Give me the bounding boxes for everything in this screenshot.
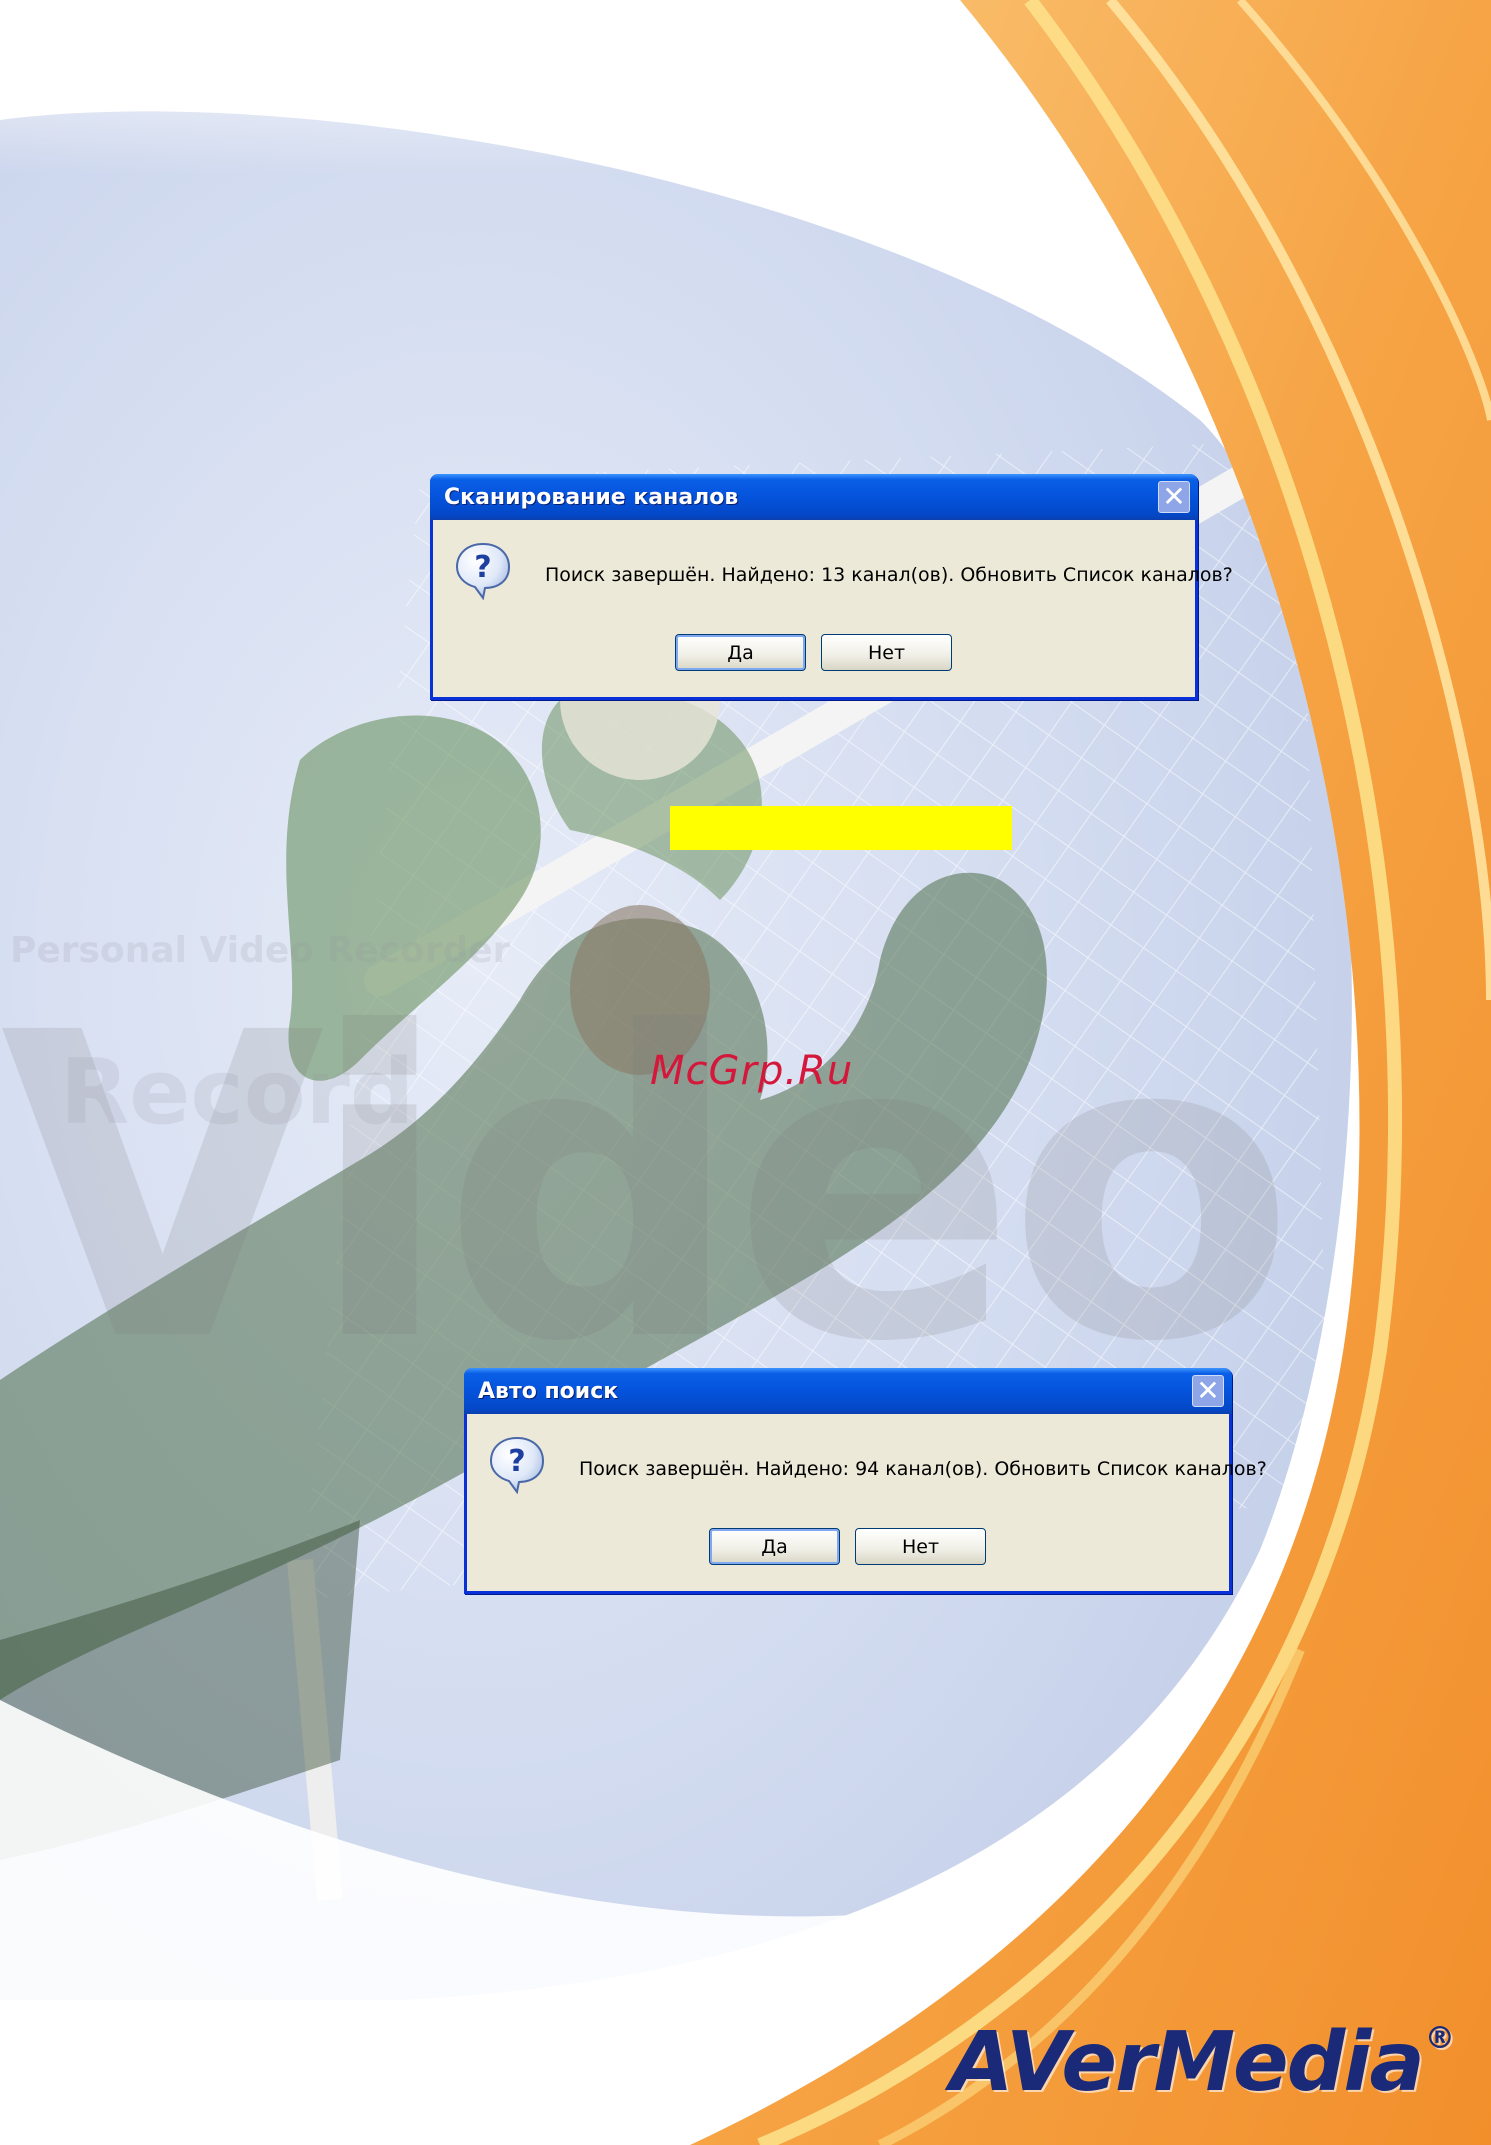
close-button[interactable]: ✕ — [1158, 481, 1190, 513]
no-button[interactable]: Нет — [855, 1528, 986, 1565]
yes-button-label: Да — [727, 641, 754, 664]
question-icon: ? — [489, 1436, 545, 1494]
avermedia-logo: AVerMedia® — [950, 2015, 1455, 2110]
site-watermark: McGrp.Ru — [650, 1048, 854, 1094]
no-button-label: Нет — [901, 1535, 940, 1558]
registered-mark: ® — [1424, 2021, 1455, 2056]
dialog-message: Поиск завершён. Найдено: 94 канал(ов). О… — [579, 1458, 1267, 1480]
dialog-titlebar[interactable]: Авто поиск ✕ — [464, 1368, 1232, 1414]
question-icon: ? — [455, 542, 511, 600]
dialog-title: Сканирование каналов — [444, 485, 739, 510]
no-button-label: Нет — [867, 641, 906, 664]
background-text-line: Personal Video Recorder — [10, 930, 511, 971]
dialog-title: Авто поиск — [478, 1379, 619, 1404]
background-text-line-2: Record — [60, 1040, 415, 1145]
yes-button-label: Да — [761, 1535, 788, 1558]
dialog-message: Поиск завершён. Найдено: 13 канал(ов). О… — [545, 564, 1233, 586]
yes-button[interactable]: Да — [675, 634, 806, 671]
auto-search-dialog: Авто поиск ✕ ? Поиск завершён. Найдено: … — [464, 1368, 1267, 1594]
close-button[interactable]: ✕ — [1192, 1375, 1224, 1407]
brand-name: AVerMedia — [950, 2015, 1425, 2110]
yes-button[interactable]: Да — [709, 1528, 840, 1565]
close-icon: ✕ — [1196, 1374, 1220, 1407]
close-icon: ✕ — [1162, 480, 1186, 513]
svg-text:?: ? — [508, 1444, 525, 1479]
no-button[interactable]: Нет — [821, 634, 952, 671]
highlight-bar — [670, 806, 1012, 850]
scan-channels-dialog: Сканирование каналов ✕ ? Поиск завершён.… — [430, 474, 1233, 700]
dialog-titlebar[interactable]: Сканирование каналов ✕ — [430, 474, 1198, 520]
svg-text:?: ? — [474, 550, 491, 585]
